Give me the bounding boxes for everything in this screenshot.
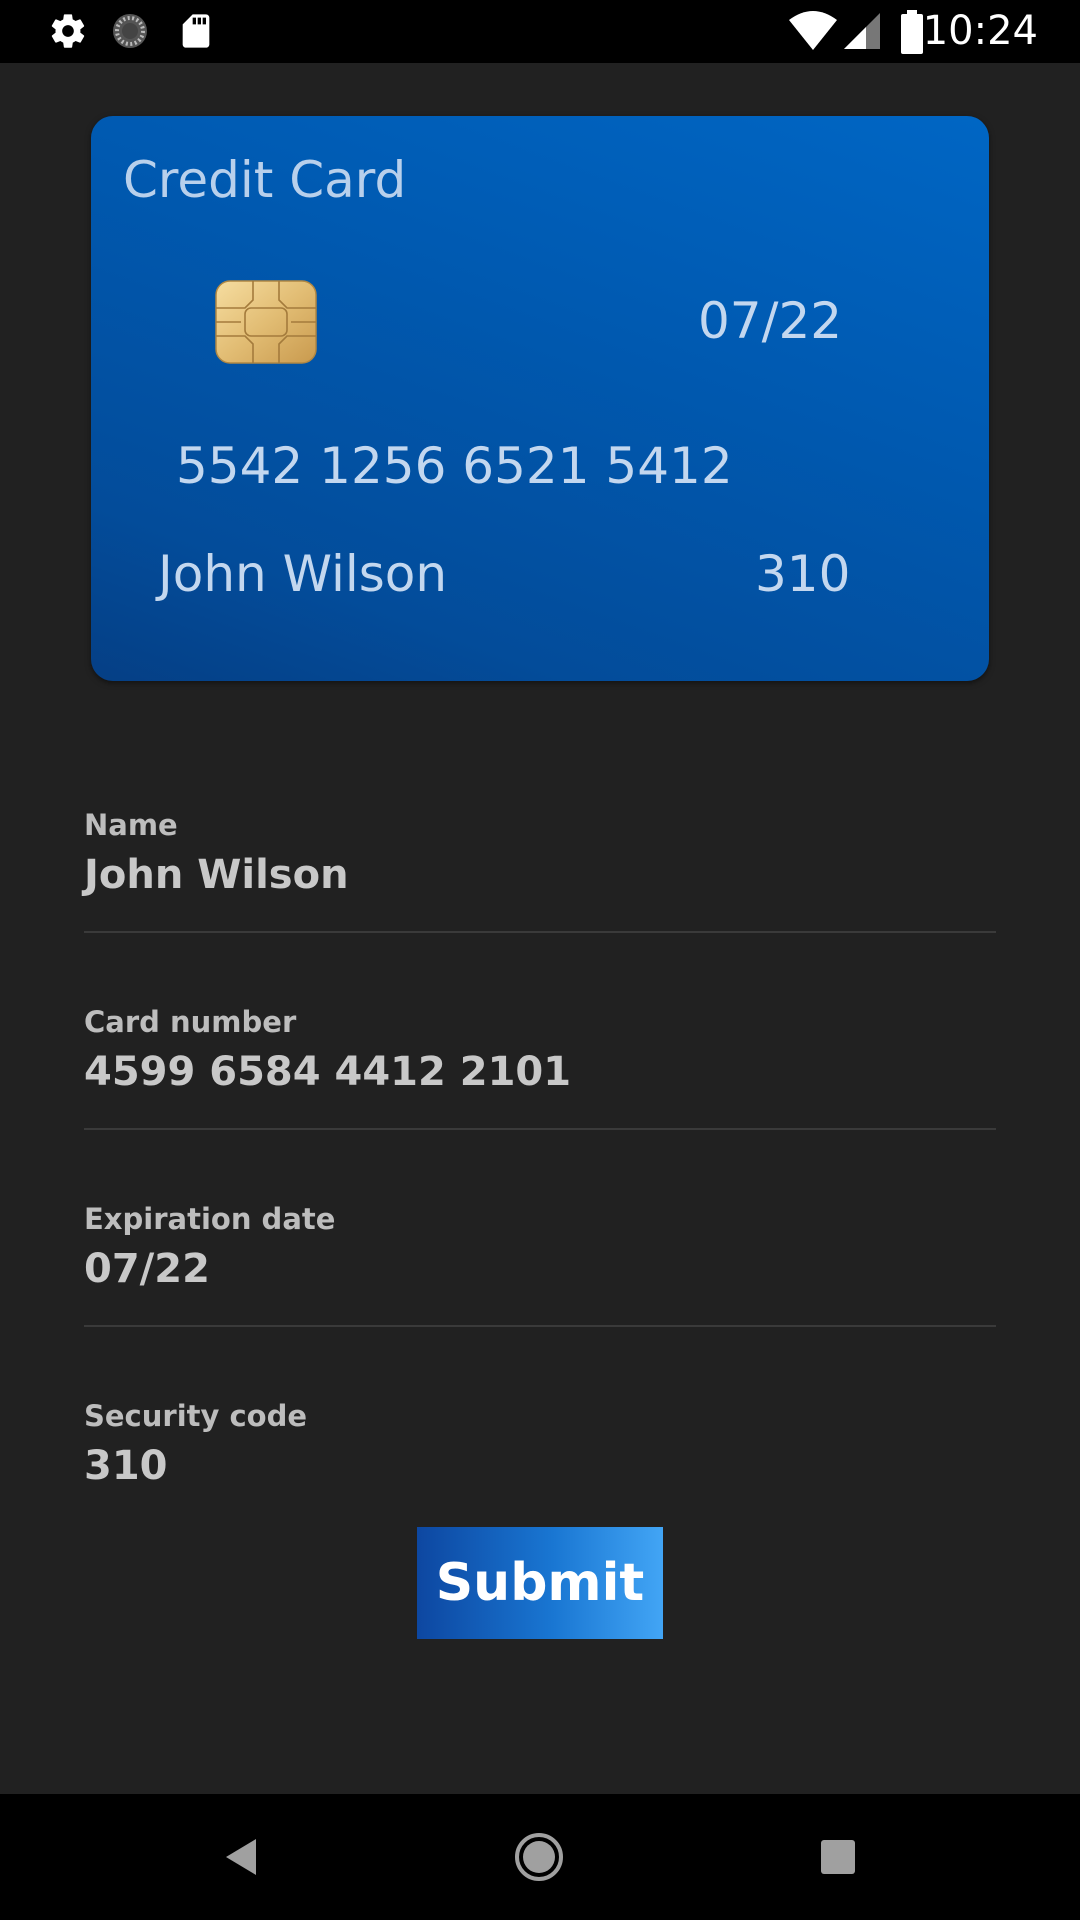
card-number-input[interactable]: 4599 6584 4412 2101 xyxy=(84,1049,996,1095)
card-holder-name: John Wilson xyxy=(158,545,448,603)
card-number-underline xyxy=(84,1128,996,1130)
signal-icon xyxy=(844,13,880,49)
status-bar: 10:24 xyxy=(0,0,1080,63)
card-number-label: Card number xyxy=(84,1005,297,1039)
navigation-bar xyxy=(0,1794,1080,1920)
expiration-date-label: Expiration date xyxy=(84,1202,336,1236)
card-title: Credit Card xyxy=(123,151,407,209)
expiration-date-input[interactable]: 07/22 xyxy=(84,1246,996,1292)
status-time: 10:24 xyxy=(922,8,1038,54)
security-code-input[interactable]: 310 xyxy=(84,1443,996,1489)
submit-button[interactable]: Submit xyxy=(417,1527,663,1639)
expiration-date-underline xyxy=(84,1325,996,1327)
card-number: 5542 1256 6521 5412 xyxy=(176,437,733,495)
back-icon[interactable] xyxy=(212,1827,272,1887)
recents-icon[interactable] xyxy=(808,1827,868,1887)
chip-icon xyxy=(215,280,317,364)
name-label: Name xyxy=(84,808,178,842)
name-underline xyxy=(84,931,996,933)
credit-card-preview: Credit Card 07/22 5542 1256 6521 5412 Jo… xyxy=(91,116,989,681)
app-screen: 10:24 Credit Card 07/22 5542 1256 6521 5… xyxy=(0,0,1080,1920)
name-field[interactable]: Name John Wilson xyxy=(84,808,996,933)
home-icon[interactable] xyxy=(509,1827,569,1887)
card-expiry: 07/22 xyxy=(698,292,843,350)
name-input[interactable]: John Wilson xyxy=(84,852,996,898)
settings-icon xyxy=(51,14,85,48)
security-code-label: Security code xyxy=(84,1399,308,1433)
expiration-date-field[interactable]: Expiration date 07/22 xyxy=(84,1202,996,1327)
card-number-field[interactable]: Card number 4599 6584 4412 2101 xyxy=(84,1005,996,1130)
wifi-icon xyxy=(789,11,837,50)
sd-card-icon xyxy=(182,14,210,48)
sync-icon xyxy=(113,14,147,48)
security-code-field[interactable]: Security code 310 xyxy=(84,1399,996,1489)
card-security-code: 310 xyxy=(755,545,851,603)
